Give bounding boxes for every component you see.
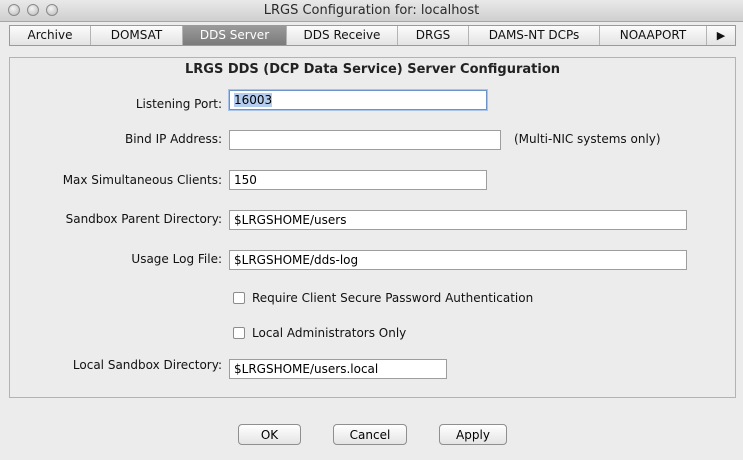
tab-noaaport[interactable]: NOAAPORT	[600, 26, 707, 45]
window-title: LRGS Configuration for: localhost	[263, 3, 480, 18]
require-secure-auth-label: Require Client Secure Password Authentic…	[252, 291, 534, 305]
ok-button[interactable]: OK	[238, 424, 301, 445]
tab-dds-server[interactable]: DDS Server	[183, 26, 287, 45]
tab-archive[interactable]: Archive	[10, 26, 91, 45]
tab-dams-nt-dcps[interactable]: DAMS-NT DCPs	[469, 26, 600, 45]
usage-log-input[interactable]	[229, 250, 687, 270]
local-sandbox-label: Local Sandbox Directory:	[72, 358, 222, 372]
tab-bar: Archive DOMSAT DDS Server DDS Receive DR…	[9, 25, 736, 46]
bind-ip-input[interactable]	[229, 130, 501, 150]
apply-button[interactable]: Apply	[439, 424, 507, 445]
listening-port-label: Listening Port:	[135, 97, 222, 111]
bind-ip-hint: (Multi-NIC systems only)	[514, 132, 661, 146]
require-secure-auth-row[interactable]: Require Client Secure Password Authentic…	[233, 291, 533, 305]
sandbox-parent-input[interactable]	[229, 210, 687, 230]
title-bar: LRGS Configuration for: localhost	[0, 0, 743, 22]
local-admins-only-checkbox[interactable]	[233, 327, 245, 339]
bind-ip-label: Bind IP Address:	[124, 132, 222, 146]
listening-port-value: 16003	[234, 93, 273, 107]
tab-drgs[interactable]: DRGS	[398, 26, 469, 45]
local-admins-only-label: Local Administrators Only	[252, 326, 407, 340]
tab-domsat[interactable]: DOMSAT	[91, 26, 183, 45]
tab-dds-receive[interactable]: DDS Receive	[287, 26, 398, 45]
max-clients-input[interactable]	[229, 170, 487, 190]
panel-title: LRGS DDS (DCP Data Service) Server Confi…	[184, 62, 561, 77]
cancel-button[interactable]: Cancel	[333, 424, 407, 445]
local-sandbox-input[interactable]	[229, 359, 447, 379]
local-admins-only-row[interactable]: Local Administrators Only	[233, 326, 406, 340]
usage-log-label: Usage Log File:	[131, 252, 222, 266]
tab-scroll-right-icon[interactable]: ▶	[707, 26, 735, 45]
sandbox-parent-label: Sandbox Parent Directory:	[65, 212, 222, 226]
max-clients-label: Max Simultaneous Clients:	[62, 173, 222, 187]
require-secure-auth-checkbox[interactable]	[233, 292, 245, 304]
dds-server-config-panel: LRGS DDS (DCP Data Service) Server Confi…	[9, 57, 736, 398]
listening-port-input[interactable]: 16003	[229, 90, 487, 110]
